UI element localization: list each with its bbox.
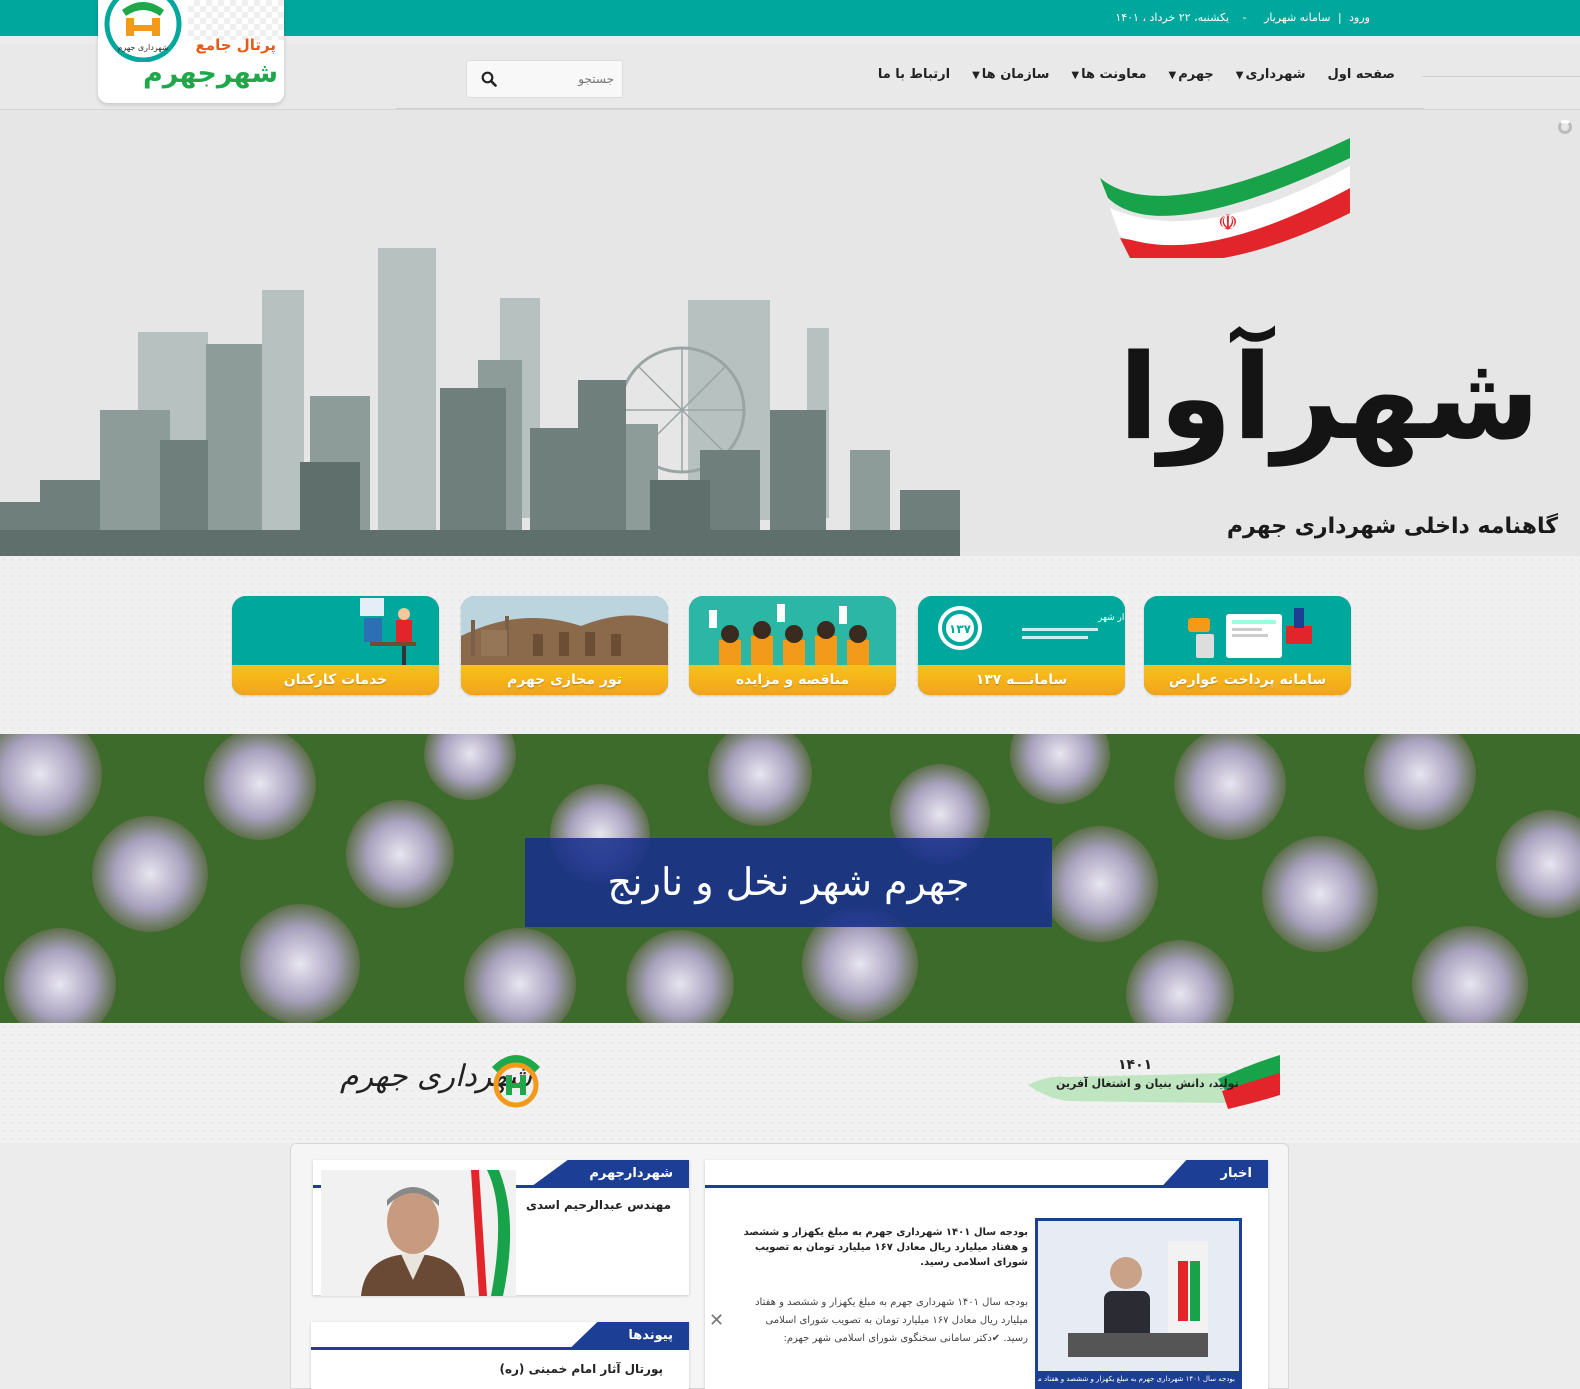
news-thumbnail[interactable]: بودجه سال ۱۴۰۱ شهرداری جهرم به مبلغ یکهز… xyxy=(1035,1218,1242,1389)
service-card-payment[interactable]: سامانه پرداخت عوارض xyxy=(1144,596,1351,695)
city-skyline-illustration xyxy=(0,248,960,556)
staff-services-icon xyxy=(232,596,439,666)
card-text: پاسخگوی همیشه بیدار شهر xyxy=(1097,611,1125,623)
divider xyxy=(396,108,1424,109)
logo-line1: پرتال جامع xyxy=(195,36,276,54)
user-links: ورود | سامانه شهریار - یکشنبه، ۲۲ خرداد … xyxy=(1111,11,1370,24)
mayor-photo xyxy=(321,1170,516,1296)
news-body: بودجه سال ۱۴۰۱ شهرداری جهرم به مبلغ یکهز… xyxy=(755,1297,1028,1344)
mayor-box: شهردارجهرم مهندس عبدالرحیم اسدی xyxy=(313,1160,689,1296)
chevron-down-icon: ▼ xyxy=(972,70,980,81)
magazine-title: شهرآوا xyxy=(1118,328,1544,466)
service-label: مناقصه و مزایده xyxy=(689,665,896,695)
municipality-logo: شهرداری جهرم xyxy=(340,1049,550,1113)
service-card-staff[interactable]: خدمات کارکنان xyxy=(232,596,439,695)
service-card-137[interactable]: ۱۳۷ پاسخگوی همیشه بیدار شهر سامانـــه ۱۳… xyxy=(918,596,1125,695)
chevron-down-icon: ▼ xyxy=(1071,70,1080,81)
iran-flag-ribbon-icon: ☫ xyxy=(1100,138,1350,258)
tender-crowd-icon xyxy=(689,596,896,666)
nav-label: معاونت ها xyxy=(1081,67,1147,82)
dash: - xyxy=(1242,11,1247,24)
logo-line2: شهرجهرم xyxy=(142,58,279,89)
service-card-tender[interactable]: مناقصه و مزایده xyxy=(689,596,896,695)
divider xyxy=(1422,76,1580,77)
hero-banner[interactable]: ☫ شهرآوا گاهنامه داخلی شهرداری جهرم xyxy=(0,110,1580,556)
content-panel: اخبار بودجه سال ۱۴۰۱ شهرداری جهرم به مبل… xyxy=(290,1143,1289,1389)
nav-label: سازمان ها xyxy=(981,67,1050,82)
virtual-tour-photo-icon xyxy=(461,596,668,666)
link-item[interactable]: پورتال آثار امام خمینی (ره) xyxy=(499,1362,663,1376)
year-slogan-strip: ۱۴۰۱ تولید، دانش بنیان و اشتغال آفرین شه… xyxy=(0,1023,1580,1143)
nav-deputies[interactable]: معاونت ها▼ xyxy=(1060,67,1157,82)
phone-137-icon: ۱۳۷ پاسخگوی همیشه بیدار شهر xyxy=(918,596,1125,666)
news-box: اخبار بودجه سال ۱۴۰۱ شهرداری جهرم به مبل… xyxy=(705,1160,1268,1389)
nav-municipality[interactable]: شهرداری▼ xyxy=(1225,67,1317,82)
service-label: سامانـــه ۱۳۷ xyxy=(918,665,1125,695)
site-logo[interactable]: شهرداری جهرم پرتال جامع شهرجهرم xyxy=(98,0,284,103)
links-box: پیوندها پورتال آثار امام خمینی (ره) xyxy=(311,1322,689,1389)
chevron-down-icon: ▼ xyxy=(1168,70,1177,81)
chevron-down-icon: ▼ xyxy=(1235,70,1244,81)
nav-label: صفحه اول xyxy=(1327,67,1395,82)
nav-label: جهرم xyxy=(1178,67,1214,82)
palm-trees-banner: جهرم شهر نخل و نارنج xyxy=(0,734,1580,1023)
search-box xyxy=(466,60,623,98)
nav-label: شهرداری xyxy=(1245,67,1306,82)
search-icon[interactable] xyxy=(481,71,497,87)
separator: | xyxy=(1337,11,1342,24)
municipality-emblem-icon xyxy=(492,1055,540,1108)
login-link[interactable]: ورود xyxy=(1349,11,1370,24)
logo-pattern xyxy=(188,0,284,40)
loading-icon xyxy=(1558,120,1572,134)
news-photo xyxy=(1038,1221,1239,1371)
system-link[interactable]: سامانه شهریار xyxy=(1264,11,1330,24)
main-menu: صفحه اول شهرداری▼ جهرم▼ معاونت ها▼ سازما… xyxy=(867,67,1406,82)
emblem-text: شهرداری جهرم xyxy=(117,43,169,52)
service-label: خدمات کارکنان xyxy=(232,665,439,695)
payment-illustration-icon xyxy=(1144,596,1351,666)
slogan-text: تولید، دانش بنیان و اشتغال آفرین xyxy=(1056,1077,1239,1090)
mayor-name: مهندس عبدالرحیم اسدی xyxy=(525,1198,671,1212)
service-label: سامانه پرداخت عوارض xyxy=(1144,665,1351,695)
nav-label: ارتباط با ما xyxy=(877,67,951,82)
news-title[interactable]: بودجه سال ۱۴۰۱ شهرداری جهرم به مبلغ یکهز… xyxy=(743,1225,1028,1270)
slogan-year: ۱۴۰۱ xyxy=(1118,1057,1153,1073)
close-icon[interactable]: ✕ xyxy=(709,1310,724,1331)
links-header: پیوندها xyxy=(311,1322,689,1350)
svg-text:☫: ☫ xyxy=(1218,211,1238,236)
quick-services: سامانه پرداخت عوارض ۱۳۷ پاسخگوی همیشه بی… xyxy=(0,556,1580,734)
mayor-portrait xyxy=(321,1170,516,1296)
year-slogan-ribbon: ۱۴۰۱ تولید، دانش بنیان و اشتغال آفرین xyxy=(1028,1055,1280,1109)
news-caption: بودجه سال ۱۴۰۱ شهرداری جهرم به مبلغ یکهز… xyxy=(1038,1371,1239,1387)
municipality-emblem-icon: شهرداری جهرم xyxy=(104,0,182,62)
links-header-tab: پیوندها xyxy=(568,1322,689,1350)
svg-text:۱۳۷: ۱۳۷ xyxy=(949,622,972,636)
service-label: تور مجازی جهرم xyxy=(461,665,668,695)
nav-home[interactable]: صفحه اول xyxy=(1316,67,1406,82)
service-card-virtual-tour[interactable]: تور مجازی جهرم xyxy=(461,596,668,695)
search-input[interactable] xyxy=(514,70,614,88)
news-header-tab[interactable]: اخبار xyxy=(1160,1160,1268,1188)
magazine-subtitle: گاهنامه داخلی شهرداری جهرم xyxy=(1226,514,1558,539)
nav-jahrom[interactable]: جهرم▼ xyxy=(1158,67,1225,82)
mayor-header-tab: شهردارجهرم xyxy=(529,1160,689,1188)
current-date: یکشنبه، ۲۲ خرداد ، ۱۴۰۱ xyxy=(1115,11,1230,24)
nav-organizations[interactable]: سازمان ها▼ xyxy=(961,67,1060,82)
news-header: اخبار xyxy=(705,1160,1268,1188)
city-tagline: جهرم شهر نخل و نارنج xyxy=(525,838,1052,927)
nav-contact[interactable]: ارتباط با ما xyxy=(867,67,961,82)
